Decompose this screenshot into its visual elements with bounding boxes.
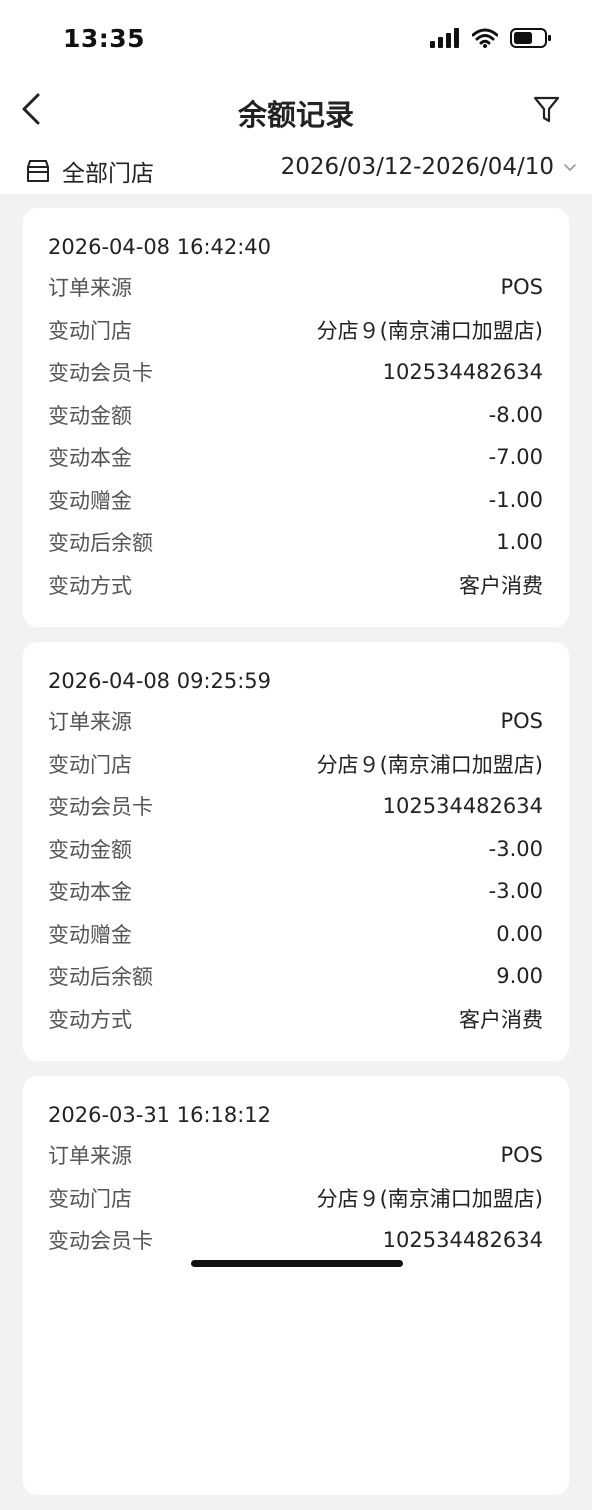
field-label: 订单来源 (48, 276, 132, 301)
record-row-store: 变动门店 分店９(南京浦口加盟店) (48, 1177, 543, 1220)
date-range-selector[interactable]: 2026/03/12-2026/04/10 (281, 154, 578, 180)
field-label: 订单来源 (48, 1144, 132, 1169)
field-label: 变动方式 (48, 1007, 132, 1032)
battery-icon (510, 28, 551, 48)
field-label: 变动门店 (48, 752, 132, 777)
field-value: POS (500, 709, 543, 734)
field-value: 102534482634 (382, 1228, 543, 1253)
record-row-balance-after: 变动后余额 1.00 (48, 521, 543, 564)
field-label: 变动门店 (48, 1186, 132, 1211)
record-row-source: 订单来源 POS (48, 700, 543, 743)
field-label: 变动本金 (48, 880, 132, 905)
record-row-amount: 变动金额 -8.00 (48, 394, 543, 437)
record-row-method: 变动方式 客户消费 (48, 564, 543, 607)
field-label: 变动会员卡 (48, 1229, 153, 1254)
field-value: 9.00 (496, 964, 543, 989)
record-row-card: 变动会员卡 102534482634 (48, 351, 543, 394)
record-row-bonus: 变动赠金 0.00 (48, 913, 543, 956)
record-card[interactable]: 2026-04-08 09:25:59 订单来源 POS 变动门店 分店９(南京… (23, 642, 569, 1061)
record-row-balance-after: 变动后余额 9.00 (48, 955, 543, 998)
status-time: 13:35 (63, 24, 146, 53)
record-row-store: 变动门店 分店９(南京浦口加盟店) (48, 309, 543, 352)
record-row-amount: 变动金额 -3.00 (48, 828, 543, 871)
record-card[interactable]: 2026-04-08 16:42:40 订单来源 POS 变动门店 分店９(南京… (23, 208, 569, 627)
wifi-icon (472, 28, 498, 48)
field-value: 1.00 (496, 530, 543, 555)
store-selector[interactable]: 全部门店 (24, 154, 154, 188)
home-indicator (191, 1260, 403, 1267)
filter-button[interactable] (530, 93, 564, 127)
field-label: 变动会员卡 (48, 795, 153, 820)
field-value: 客户消费 (459, 1007, 543, 1032)
field-value: 客户消费 (459, 573, 543, 598)
status-bar: 13:35 (0, 0, 592, 78)
signal-icon (430, 28, 459, 48)
record-row-principal: 变动本金 -7.00 (48, 436, 543, 479)
field-label: 变动赠金 (48, 922, 132, 947)
field-label: 变动金额 (48, 837, 132, 862)
record-row-source: 订单来源 POS (48, 1134, 543, 1177)
field-label: 变动会员卡 (48, 361, 153, 386)
store-label: 全部门店 (62, 161, 154, 187)
filter-icon (533, 96, 560, 123)
field-value: 分店９(南京浦口加盟店) (316, 1186, 543, 1211)
chevron-down-icon (564, 164, 576, 171)
record-row-store: 变动门店 分店９(南京浦口加盟店) (48, 743, 543, 786)
field-label: 变动赠金 (48, 488, 132, 513)
field-label: 变动门店 (48, 318, 132, 343)
page-title: 余额记录 (237, 98, 354, 132)
field-value: -8.00 (488, 402, 543, 427)
date-range-label: 2026/03/12-2026/04/10 (280, 154, 554, 180)
field-value: 102534482634 (382, 360, 543, 385)
field-value: -3.00 (488, 836, 543, 861)
field-label: 变动金额 (48, 403, 132, 428)
field-value: -7.00 (488, 445, 543, 470)
filter-bar: 全部门店 2026/03/12-2026/04/10 (0, 150, 592, 194)
field-label: 变动后余额 (48, 531, 153, 556)
field-value: POS (500, 1143, 543, 1168)
field-label: 变动后余额 (48, 965, 153, 990)
record-row-principal: 变动本金 -3.00 (48, 870, 543, 913)
field-value: 分店９(南京浦口加盟店) (316, 318, 543, 343)
field-value: 0.00 (496, 921, 543, 946)
navigation-bar: 余额记录 (0, 78, 592, 150)
record-row-card: 变动会员卡 102534482634 (48, 785, 543, 828)
record-row-source: 订单来源 POS (48, 266, 543, 309)
status-icons (430, 27, 552, 49)
field-label: 变动本金 (48, 446, 132, 471)
field-value: POS (500, 275, 543, 300)
record-row-card: 变动会员卡 102534482634 (48, 1219, 543, 1262)
field-value: -3.00 (488, 879, 543, 904)
record-row-method: 变动方式 客户消费 (48, 998, 543, 1041)
balance-record-list: 2026-04-08 16:42:40 订单来源 POS 变动门店 分店９(南京… (23, 208, 569, 1510)
record-time: 2026-04-08 09:25:59 (48, 669, 272, 693)
record-time: 2026-03-31 16:18:12 (48, 1103, 272, 1127)
record-card[interactable]: 2026-03-31 16:18:12 订单来源 POS 变动门店 分店９(南京… (23, 1076, 569, 1495)
field-value: 102534482634 (382, 794, 543, 819)
field-label: 订单来源 (48, 710, 132, 735)
field-value: 分店９(南京浦口加盟店) (316, 752, 543, 777)
store-icon (27, 160, 49, 182)
field-label: 变动方式 (48, 573, 132, 598)
field-value: -1.00 (488, 487, 543, 512)
record-row-bonus: 变动赠金 -1.00 (48, 479, 543, 522)
record-time: 2026-04-08 16:42:40 (48, 235, 272, 259)
